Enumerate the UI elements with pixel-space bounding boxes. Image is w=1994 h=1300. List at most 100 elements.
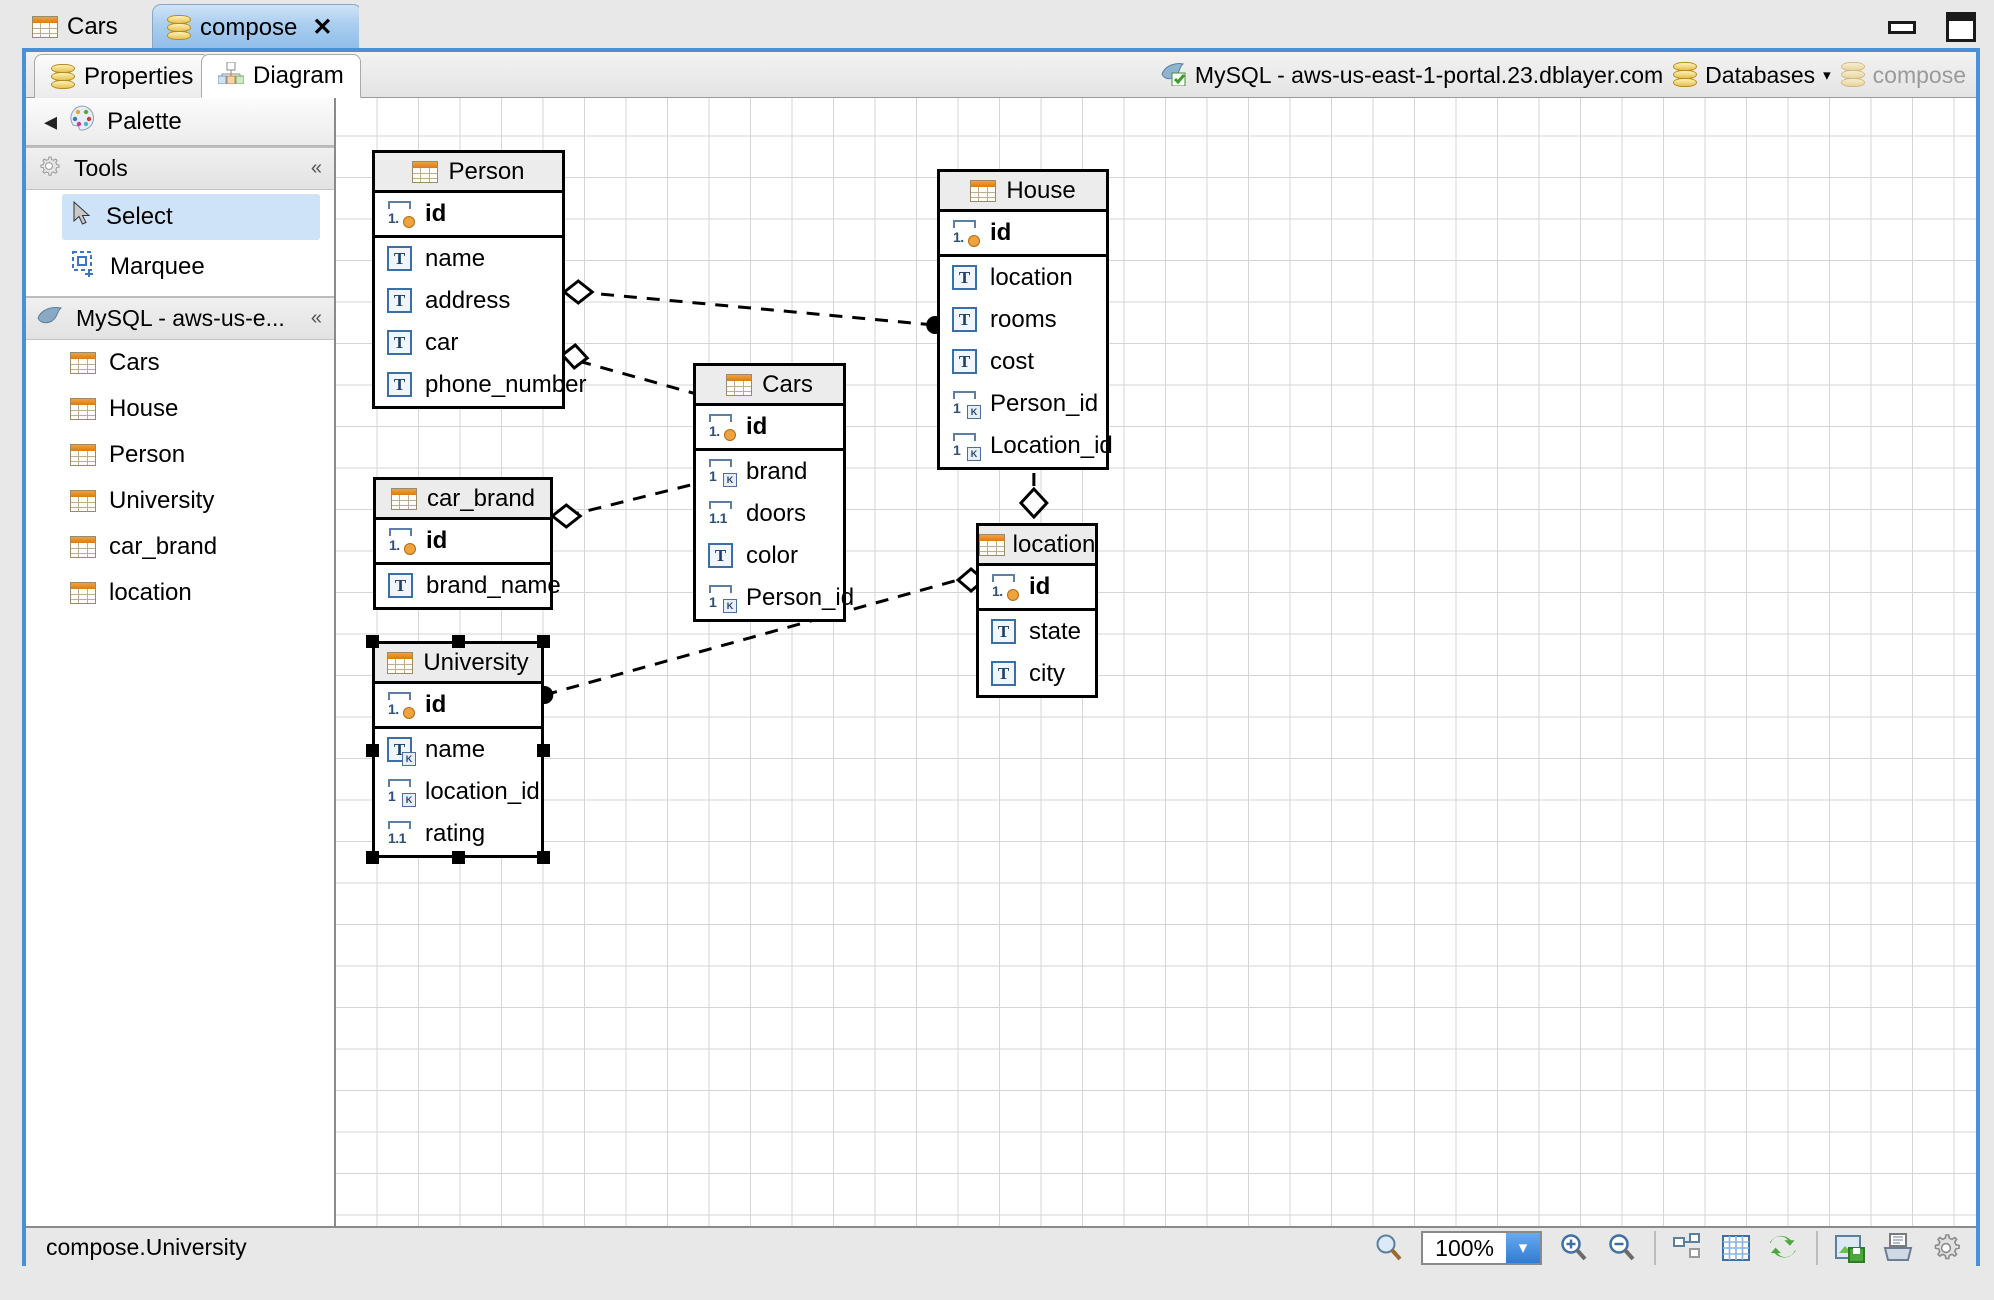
tab-diagram[interactable]: Diagram	[201, 54, 361, 98]
diagram-icon	[217, 61, 245, 91]
palette-title: Palette	[107, 107, 182, 135]
tool-select-label: Select	[106, 203, 173, 230]
save-image-icon[interactable]	[1834, 1232, 1866, 1264]
primary-key-icon: 1.	[952, 220, 980, 247]
tool-marquee[interactable]: Marquee	[62, 244, 320, 290]
settings-icon[interactable]	[1930, 1232, 1962, 1264]
minimize-icon[interactable]	[1888, 20, 1916, 34]
palette-section-mysql[interactable]: MySQL - aws-us-e... «	[26, 296, 334, 340]
column-label: rating	[425, 820, 486, 847]
entity-university-pk-section: 1. id	[375, 684, 541, 729]
close-icon[interactable]: ✕	[312, 15, 332, 40]
column-label: id	[426, 527, 448, 554]
foreign-key-icon: 1K	[952, 391, 981, 419]
zoom-fit-icon[interactable]	[1373, 1232, 1405, 1264]
column-row[interactable]: 1. id	[940, 212, 1106, 254]
column-row[interactable]: 1. id	[696, 406, 843, 448]
zoom-in-icon[interactable]	[1558, 1232, 1590, 1264]
entity-person-columns: T name T address T car T phone_number	[375, 238, 586, 406]
column-row[interactable]: 1. id	[376, 520, 550, 562]
column-row[interactable]: T name	[375, 238, 562, 280]
entity-university[interactable]: University 1. id TK name 1 K location_id…	[366, 635, 550, 864]
column-row[interactable]: T cost	[940, 341, 1106, 383]
column-row[interactable]: 1K brand	[696, 451, 843, 493]
sidebar-item-car-brand-label: car_brand	[109, 533, 218, 560]
column-row[interactable]: T phone_number	[375, 364, 586, 406]
entity-location[interactable]: location 1. id T state T city	[976, 523, 1098, 698]
column-row[interactable]: 1. id	[375, 684, 541, 726]
column-label: location_id	[425, 778, 540, 805]
column-row[interactable]: T location	[940, 257, 1106, 299]
maximize-icon[interactable]	[1946, 12, 1976, 42]
database-icon	[1840, 62, 1865, 88]
column-row[interactable]: T car	[375, 322, 562, 364]
foreign-key-icon: 1K	[387, 779, 416, 807]
database-icon	[1673, 62, 1698, 88]
palette-icon	[69, 105, 95, 138]
tab-properties[interactable]: Properties	[34, 54, 211, 98]
table-icon	[70, 536, 96, 558]
sidebar-item-cars[interactable]: Cars	[26, 340, 334, 386]
refresh-icon[interactable]	[1768, 1232, 1800, 1264]
column-row[interactable]: 1.1 doors	[696, 493, 843, 535]
pin-icon[interactable]: «	[311, 307, 322, 330]
sidebar-item-location[interactable]: location	[26, 570, 334, 616]
column-row[interactable]: 1K Location_id	[940, 425, 1113, 467]
column-row[interactable]: 1.1 rating	[375, 813, 541, 855]
palette-header[interactable]: ◂ Palette	[26, 98, 334, 146]
connection-label: MySQL - aws-us-east-1-portal.23.dblayer.…	[1194, 61, 1664, 88]
connection-header: MySQL - aws-us-east-1-portal.23.dblayer.…	[1159, 52, 1966, 98]
column-row[interactable]: T city	[979, 653, 1095, 695]
application-window: Cars compose ✕ Properties Diagram MySQL …	[0, 0, 1994, 1300]
entity-person[interactable]: Person 1. id T name T address T car T ph…	[372, 150, 586, 409]
column-label: name	[425, 245, 486, 272]
print-icon[interactable]	[1882, 1232, 1914, 1264]
column-label: id	[425, 200, 447, 227]
sidebar-item-car-brand[interactable]: car_brand	[26, 524, 334, 570]
palette-section-tools[interactable]: Tools «	[26, 146, 334, 190]
column-row[interactable]: T address	[375, 280, 562, 322]
column-row[interactable]: T state	[979, 611, 1095, 653]
text-column-icon: T	[387, 330, 414, 356]
column-row[interactable]: T color	[696, 535, 843, 577]
sidebar-item-university[interactable]: University	[26, 478, 334, 524]
sidebar-item-person[interactable]: Person	[26, 432, 334, 478]
inner-tab-bar: Properties Diagram MySQL - aws-us-east-1…	[26, 52, 1976, 98]
column-row[interactable]: 1K location_id	[375, 771, 541, 813]
entity-cars[interactable]: Cars 1. id 1K brand 1.1 doors T color 1 …	[693, 363, 854, 622]
databases-dropdown[interactable]: Databases ▾	[1673, 62, 1831, 89]
outer-tab-compose[interactable]: compose ✕	[152, 4, 362, 50]
column-label: id	[1029, 573, 1051, 600]
toggle-grid-icon[interactable]	[1720, 1232, 1752, 1264]
column-row[interactable]: T brand_name	[376, 565, 561, 607]
sidebar-item-house[interactable]: House	[26, 386, 334, 432]
table-icon	[970, 179, 997, 202]
zoom-level-value: 100%	[1435, 1234, 1494, 1261]
text-foreign-key-icon: TK	[387, 737, 416, 766]
column-row[interactable]: TK name	[375, 729, 541, 771]
text-column-icon: T	[387, 246, 414, 272]
diagram-canvas[interactable]: Person 1. id T name T address T car T ph…	[336, 98, 1976, 1226]
column-label: id	[746, 413, 768, 440]
column-row[interactable]: 1. id	[375, 193, 562, 235]
auto-layout-icon[interactable]	[1672, 1232, 1704, 1264]
entity-car-brand[interactable]: car_brand 1. id T brand_name	[373, 477, 561, 610]
column-row[interactable]: 1K Person_id	[940, 383, 1106, 425]
entity-house[interactable]: House 1. id T location T rooms T cost 1 …	[937, 169, 1113, 470]
text-column-icon: T	[991, 619, 1018, 645]
column-row[interactable]: 1. id	[979, 566, 1095, 608]
table-icon	[387, 651, 414, 674]
pin-icon[interactable]: «	[311, 157, 322, 180]
text-column-icon: T	[991, 661, 1018, 687]
zoom-level-combo[interactable]: 100% ▾	[1421, 1231, 1542, 1265]
chevron-down-icon[interactable]: ▾	[1506, 1233, 1540, 1263]
collapse-left-icon[interactable]: ◂	[44, 106, 57, 137]
column-row[interactable]: T rooms	[940, 299, 1106, 341]
outer-tab-cars[interactable]: Cars	[18, 4, 132, 50]
zoom-out-icon[interactable]	[1606, 1232, 1638, 1264]
connection-info[interactable]: MySQL - aws-us-east-1-portal.23.dblayer.…	[1159, 58, 1663, 92]
column-row[interactable]: 1K Person_id	[696, 577, 854, 619]
current-database[interactable]: compose	[1840, 62, 1966, 89]
body-split: ◂ Palette Tools « Select Marquee MySQL -…	[26, 98, 1976, 1226]
tool-select[interactable]: Select	[62, 194, 320, 240]
